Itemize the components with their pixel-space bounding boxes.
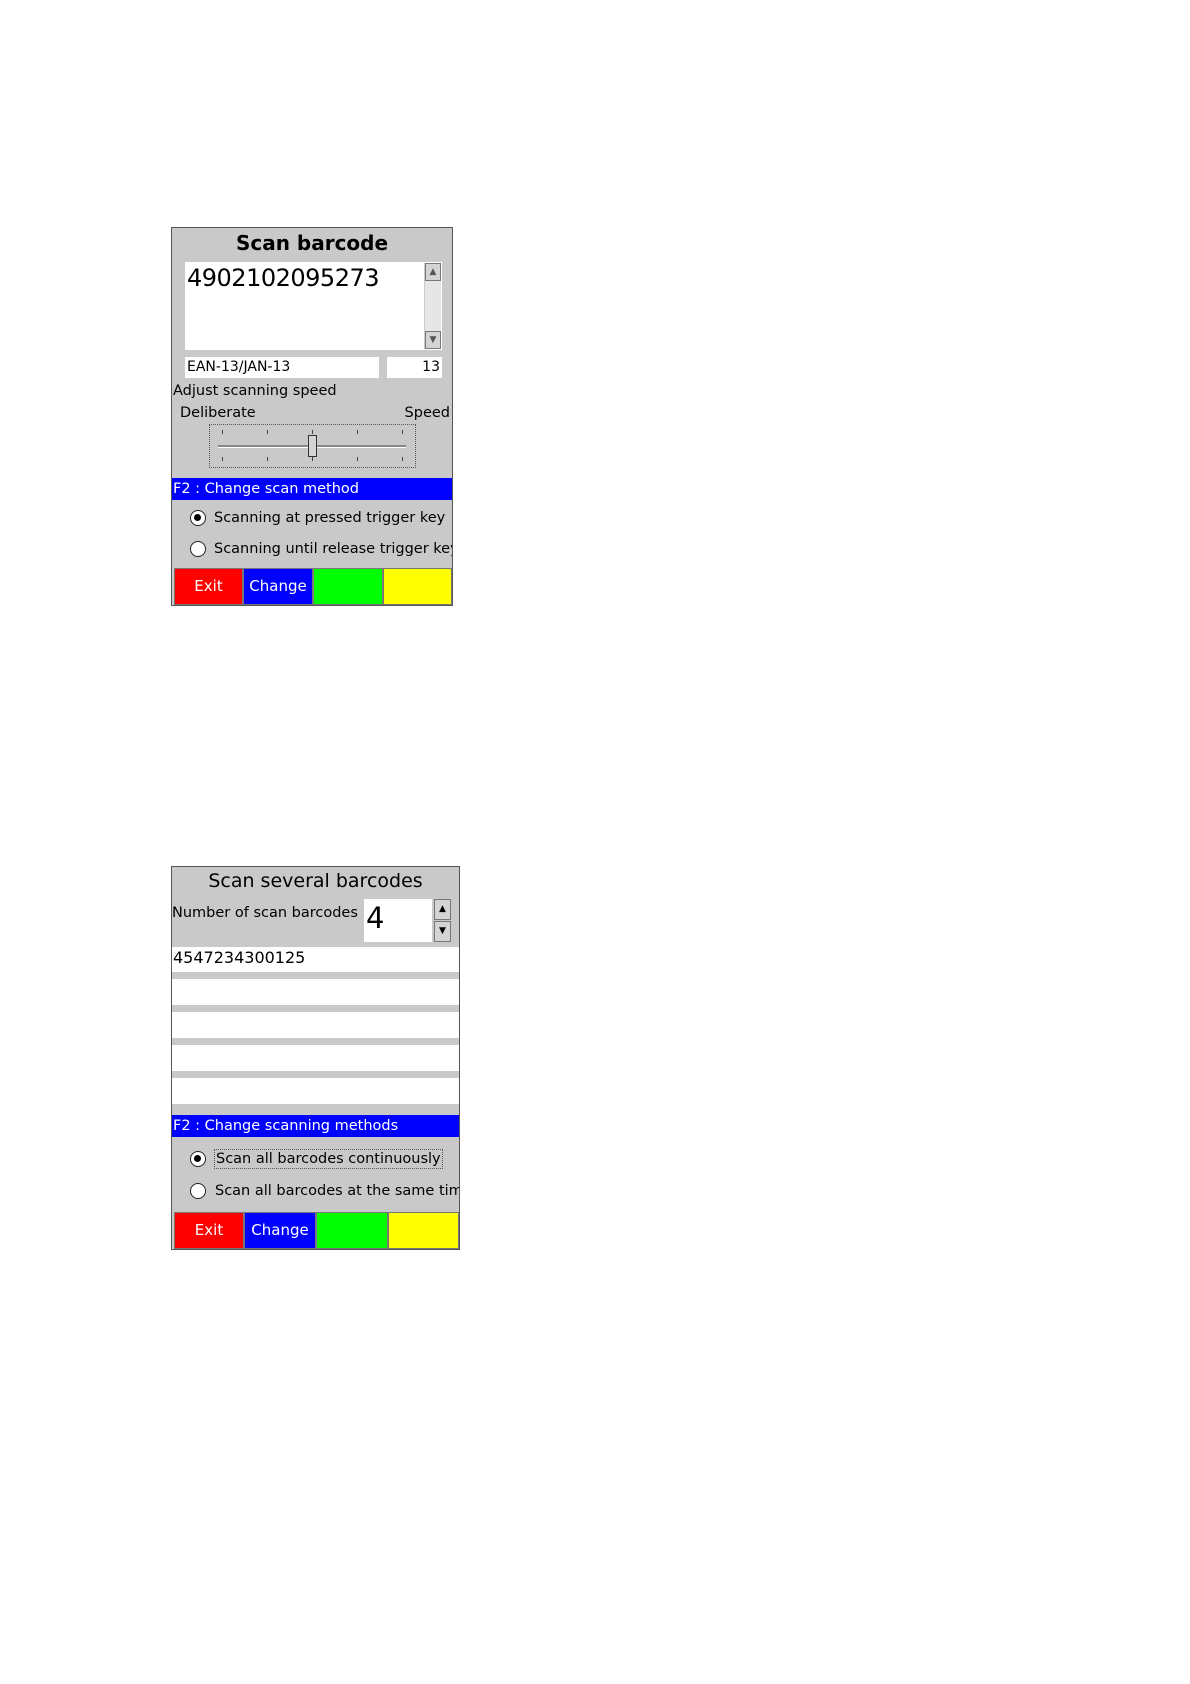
scroll-up-icon[interactable]: ▲ — [425, 263, 441, 281]
exit-button[interactable]: Exit — [174, 1212, 244, 1249]
barcode-row — [172, 1045, 459, 1071]
exit-button[interactable]: Exit — [174, 568, 243, 605]
option-label: Scan all barcodes continuously — [214, 1149, 443, 1169]
speed-slider[interactable] — [209, 424, 416, 468]
radio-unselected-icon[interactable] — [190, 541, 206, 557]
change-button[interactable]: Change — [244, 1212, 316, 1249]
slider-tick — [222, 430, 223, 434]
slider-tick — [312, 430, 313, 434]
radio-selected-icon[interactable] — [190, 510, 206, 526]
scan-method-header: F2 : Change scan method — [172, 478, 452, 500]
green-function-button[interactable] — [316, 1212, 388, 1249]
change-button[interactable]: Change — [243, 568, 313, 605]
option-label: Scanning until release trigger key — [214, 541, 453, 557]
speed-min-label: Deliberate — [180, 405, 256, 421]
slider-tick — [357, 457, 358, 461]
option-label: Scan all barcodes at the same time — [215, 1183, 460, 1199]
option-label: Scanning at pressed trigger key — [214, 510, 446, 526]
spin-down-icon[interactable]: ▼ — [434, 921, 451, 942]
yellow-function-button[interactable] — [388, 1212, 459, 1249]
barcode-row: 4547234300125 — [172, 947, 459, 972]
barcode-row — [172, 1078, 459, 1104]
result-scrollbar[interactable]: ▲ ▼ — [424, 263, 441, 349]
scroll-down-icon[interactable]: ▼ — [425, 331, 441, 349]
slider-tick — [312, 457, 313, 461]
slider-tick — [267, 457, 268, 461]
radio-unselected-icon[interactable] — [190, 1183, 206, 1199]
barcode-row — [172, 979, 459, 1005]
screen-title: Scan several barcodes — [208, 870, 423, 892]
option-release-trigger[interactable]: Scanning until release trigger key — [190, 539, 453, 561]
count-label: Number of scan barcodes — [172, 905, 358, 921]
speed-max-label: Speed — [404, 405, 450, 421]
scan-barcode-screen: Scan barcode 4902102095273 ▲ ▼ EAN-13/JA… — [171, 227, 453, 606]
slider-tick — [402, 457, 403, 461]
option-same-time[interactable]: Scan all barcodes at the same time — [190, 1181, 459, 1203]
barcode-result-box[interactable]: 4902102095273 ▲ ▼ — [185, 262, 442, 350]
count-spinner[interactable]: ▲ ▼ — [434, 899, 451, 942]
speed-label: Adjust scanning speed — [173, 383, 337, 399]
barcode-type-field: EAN-13/JAN-13 — [185, 357, 379, 378]
screen-title: Scan barcode — [235, 231, 389, 255]
yellow-function-button[interactable] — [383, 568, 452, 605]
slider-thumb[interactable] — [308, 435, 317, 457]
count-input[interactable]: 4 — [364, 899, 432, 942]
slider-tick — [357, 430, 358, 434]
count-value: 4 — [366, 901, 385, 935]
option-pressed-trigger[interactable]: Scanning at pressed trigger key — [190, 508, 450, 530]
barcode-row — [172, 1012, 459, 1038]
scan-method-header: F2 : Change scanning methods — [172, 1115, 459, 1137]
barcode-value: 4902102095273 — [187, 264, 380, 292]
spin-up-icon[interactable]: ▲ — [434, 899, 451, 920]
slider-tick — [267, 430, 268, 434]
scan-several-barcodes-screen: Scan several barcodes Number of scan bar… — [171, 866, 460, 1250]
radio-selected-icon[interactable] — [190, 1151, 206, 1167]
slider-tick — [402, 430, 403, 434]
option-continuous[interactable]: Scan all barcodes continuously — [190, 1149, 455, 1171]
green-function-button[interactable] — [313, 568, 383, 605]
slider-tick — [222, 457, 223, 461]
digit-count-field: 13 — [387, 357, 442, 378]
